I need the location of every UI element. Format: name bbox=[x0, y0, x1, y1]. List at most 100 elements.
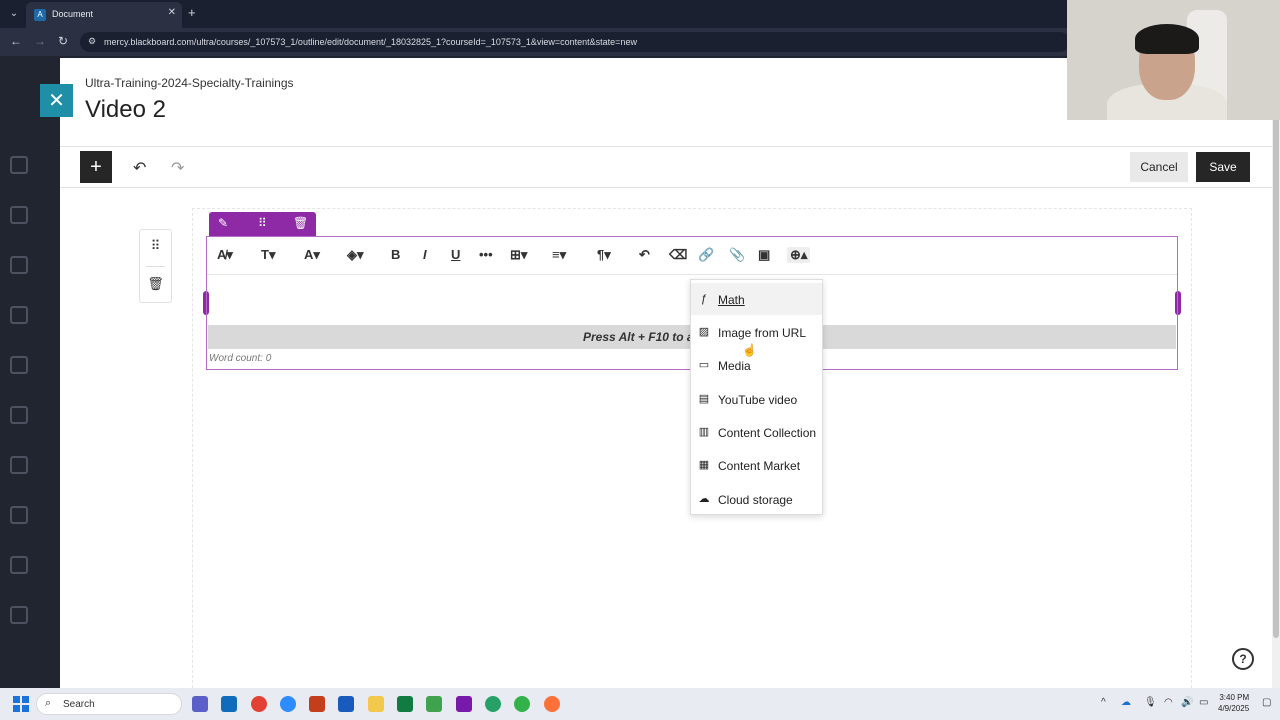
file-explorer-icon[interactable] bbox=[368, 696, 384, 712]
browser-tab[interactable]: A Document ✕ bbox=[26, 2, 182, 28]
font-size-icon[interactable]: A▾ bbox=[304, 247, 320, 263]
system-clock[interactable]: 3:40 PM 4/9/2025 bbox=[1218, 692, 1249, 714]
media-icon: ▭ bbox=[698, 359, 710, 371]
underline-icon[interactable]: U bbox=[451, 247, 460, 262]
move-handle-icon[interactable]: ⠿ bbox=[258, 216, 267, 230]
menu-item-label: YouTube video bbox=[718, 393, 798, 407]
clock-time: 3:40 PM bbox=[1219, 693, 1250, 702]
bold-icon[interactable]: B bbox=[391, 247, 400, 262]
menu-item-label: Math bbox=[718, 293, 745, 307]
block-action-bar: ✎ ⠿ 🗑 bbox=[209, 212, 316, 236]
math-icon: ƒ bbox=[700, 293, 708, 305]
accessibility-hint: Press Alt + F10 to ac bbox=[583, 330, 701, 344]
taskbar-search[interactable]: ⌕ Search bbox=[36, 693, 182, 715]
menu-item-label: Content Market bbox=[718, 459, 801, 473]
forward-icon[interactable]: → bbox=[34, 34, 46, 48]
notification-icon[interactable]: ▢ bbox=[1262, 697, 1271, 708]
background-course-nav bbox=[0, 56, 60, 688]
save-button[interactable]: Save bbox=[1196, 152, 1250, 182]
onenote-icon[interactable] bbox=[456, 696, 472, 712]
windows-taskbar: ⌕ Search ^ ☁ 🎙 ◠ 🔊 ▭ 3:40 PM 4/9/2025 ▢ bbox=[0, 688, 1280, 720]
image-url-icon: ▨ bbox=[698, 326, 710, 338]
search-label: Search bbox=[63, 699, 95, 710]
undo-icon[interactable]: ↶ bbox=[133, 158, 146, 178]
zoom-icon[interactable] bbox=[280, 696, 296, 712]
back-icon[interactable]: ← bbox=[10, 34, 22, 48]
insert-content-icon[interactable]: ⊕▴ bbox=[787, 247, 811, 263]
menu-item-content-market[interactable]: ▦ Content Market bbox=[691, 449, 822, 481]
courses-icon bbox=[10, 306, 28, 324]
app-green-icon[interactable] bbox=[485, 696, 501, 712]
windows-start-icon[interactable] bbox=[13, 696, 29, 712]
attach-icon[interactable]: 📎 bbox=[729, 247, 745, 263]
menu-item-label: Media bbox=[718, 359, 751, 373]
url-field[interactable]: ⚙ mercy.blackboard.com/ultra/courses/_10… bbox=[80, 32, 1070, 52]
drag-handle-icon[interactable]: ⠿ bbox=[140, 238, 171, 254]
italic-icon[interactable]: I bbox=[423, 247, 427, 262]
menu-item-label: Image from URL bbox=[718, 326, 807, 340]
page-title[interactable]: Video 2 bbox=[85, 96, 166, 124]
clear-format-icon[interactable]: ⌫ bbox=[669, 247, 687, 263]
new-tab-icon[interactable]: + bbox=[188, 5, 196, 20]
wifi-icon[interactable]: ◠ bbox=[1164, 697, 1173, 708]
link-icon[interactable]: 🔗 bbox=[698, 247, 714, 263]
table-icon[interactable]: ⊞▾ bbox=[510, 247, 527, 263]
volume-icon[interactable]: 🔊 bbox=[1181, 697, 1193, 708]
editor-undo-icon[interactable]: ↶ bbox=[639, 247, 650, 263]
clock-date: 4/9/2025 bbox=[1218, 704, 1250, 713]
image-icon[interactable]: ▣ bbox=[758, 247, 770, 263]
paragraph-icon[interactable]: ¶▾ bbox=[597, 247, 611, 263]
search-icon: ⌕ bbox=[45, 697, 52, 709]
highlight-icon[interactable]: ◈▾ bbox=[347, 247, 364, 263]
menu-item-cloud-storage[interactable]: ☁ Cloud storage bbox=[691, 483, 822, 515]
menu-item-label: Cloud storage bbox=[718, 493, 793, 507]
edit-pencil-icon[interactable]: ✎ bbox=[218, 216, 228, 230]
close-panel-button[interactable]: ✕ bbox=[40, 84, 73, 117]
site-info-icon[interactable]: ⚙ bbox=[88, 36, 96, 47]
onedrive-icon[interactable]: ☁ bbox=[1121, 697, 1131, 708]
excel-icon[interactable] bbox=[397, 696, 413, 712]
toolbar-divider bbox=[60, 187, 1272, 188]
webcam-overlay bbox=[1067, 0, 1280, 120]
menu-item-content-collection[interactable]: ▥ Content Collection bbox=[691, 416, 822, 448]
cancel-button[interactable]: Cancel bbox=[1130, 152, 1188, 182]
tab-close-icon[interactable]: ✕ bbox=[168, 7, 176, 18]
chrome-icon[interactable] bbox=[251, 696, 267, 712]
menu-item-youtube-video[interactable]: ▤ YouTube video bbox=[691, 383, 822, 415]
tab-search-icon[interactable]: ⌄ bbox=[6, 6, 22, 22]
menu-item-label: Content Collection bbox=[718, 426, 817, 440]
mic-icon[interactable]: 🎙 bbox=[1144, 697, 1157, 708]
calendar-icon bbox=[10, 406, 28, 424]
outlook-icon[interactable] bbox=[221, 696, 237, 712]
snipping-tool-icon[interactable] bbox=[426, 696, 442, 712]
content-market-icon: ▦ bbox=[698, 459, 710, 471]
app-green2-icon[interactable] bbox=[514, 696, 530, 712]
trash-icon[interactable]: 🗑 bbox=[293, 216, 308, 230]
reload-icon[interactable]: ↻ bbox=[58, 34, 68, 48]
text-style-icon[interactable]: A̸▾ bbox=[217, 247, 233, 263]
profile-icon bbox=[10, 206, 28, 224]
powerpoint-icon[interactable] bbox=[309, 696, 325, 712]
heading-icon[interactable]: T▾ bbox=[261, 247, 275, 263]
side-tools-divider bbox=[146, 266, 165, 267]
menu-item-math[interactable]: ƒ Math bbox=[691, 283, 822, 315]
editor-toolbar: A̸▾ T▾ A▾ ◈▾ B I U ••• ⊞▾ ≡▾ ¶▾ ↶ ⌫ 🔗 📎 … bbox=[207, 237, 1177, 275]
page-scrollbar[interactable] bbox=[1272, 58, 1280, 688]
signout-icon bbox=[10, 606, 28, 624]
delete-block-icon[interactable]: 🗑 bbox=[140, 276, 171, 292]
tray-chevron-icon[interactable]: ^ bbox=[1101, 697, 1106, 708]
scroll-thumb[interactable] bbox=[1273, 98, 1279, 638]
redo-icon[interactable]: ↷ bbox=[171, 158, 184, 178]
grades-icon bbox=[10, 506, 28, 524]
battery-icon[interactable]: ▭ bbox=[1199, 697, 1208, 708]
tab-title: Document bbox=[52, 9, 94, 19]
help-icon[interactable]: ? bbox=[1232, 648, 1254, 670]
header-divider bbox=[60, 146, 1272, 147]
align-icon[interactable]: ≡▾ bbox=[552, 247, 566, 263]
content-collection-icon: ▥ bbox=[698, 426, 710, 438]
word-icon[interactable] bbox=[338, 696, 354, 712]
add-content-button[interactable]: + bbox=[80, 151, 112, 183]
more-formatting-icon[interactable]: ••• bbox=[479, 247, 493, 262]
firefox-icon[interactable] bbox=[544, 696, 560, 712]
teams-icon[interactable] bbox=[192, 696, 208, 712]
